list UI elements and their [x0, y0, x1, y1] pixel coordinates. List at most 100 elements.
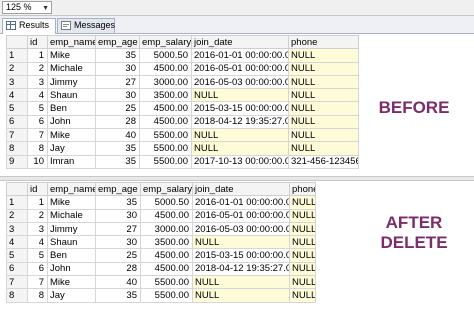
row-number-cell[interactable]: 8	[6, 288, 28, 303]
join-date-cell[interactable]: 2015-03-15 00:00:00.000	[192, 248, 290, 263]
emp-salary-cell[interactable]: 4500.00	[139, 61, 192, 76]
phone-cell[interactable]: NULL	[289, 248, 316, 263]
column-header[interactable]: emp_salary	[139, 34, 192, 50]
before-results-grid[interactable]: id emp_name emp_age emp_salary join_date…	[6, 34, 359, 169]
column-header[interactable]: phone	[289, 181, 316, 197]
join-date-cell[interactable]: 2016-01-01 00:00:00.000	[192, 195, 290, 210]
emp-name-cell[interactable]: Jay	[47, 288, 96, 303]
join-date-cell[interactable]: 2016-05-03 00:00:00.000	[191, 74, 289, 90]
join-date-cell[interactable]: NULL	[191, 141, 289, 156]
emp-name-cell[interactable]: Jay	[47, 141, 96, 156]
table-row[interactable]: 11Mike355000.502016-01-01 00:00:00.000NU…	[6, 48, 359, 63]
phone-cell[interactable]: NULL	[289, 195, 316, 210]
row-number-header[interactable]	[6, 34, 28, 50]
phone-cell[interactable]: NULL	[289, 275, 316, 290]
column-header[interactable]: id	[27, 181, 48, 197]
row-number-header[interactable]	[6, 181, 28, 197]
table-row[interactable]: 55Ben254500.002015-03-15 00:00:00.000NUL…	[6, 101, 359, 116]
emp-name-cell[interactable]: Mike	[47, 48, 96, 63]
row-number-cell[interactable]: 4	[6, 88, 28, 103]
id-cell[interactable]: 5	[27, 248, 48, 263]
id-cell[interactable]: 6	[27, 114, 48, 130]
results-splitter[interactable]	[0, 176, 474, 181]
row-number-cell[interactable]: 5	[6, 101, 28, 116]
phone-cell[interactable]: NULL	[288, 61, 359, 76]
column-header[interactable]: emp_name	[47, 181, 96, 197]
emp-age-cell[interactable]: 25	[95, 248, 141, 263]
id-cell[interactable]: 5	[27, 101, 48, 116]
emp-salary-cell[interactable]: 3500.00	[139, 88, 192, 103]
join-date-cell[interactable]: NULL	[192, 235, 290, 250]
phone-cell[interactable]: NULL	[288, 114, 359, 130]
table-row[interactable]: 11Mike355000.502016-01-01 00:00:00.000NU…	[6, 195, 316, 210]
emp-name-cell[interactable]: Mike	[47, 128, 96, 143]
id-cell[interactable]: 1	[27, 48, 48, 63]
tab-results[interactable]: Results	[2, 18, 56, 34]
phone-cell[interactable]: NULL	[288, 48, 359, 63]
emp-age-cell[interactable]: 35	[95, 288, 141, 303]
emp-age-cell[interactable]: 35	[95, 195, 141, 210]
emp-age-cell[interactable]: 28	[95, 114, 140, 130]
row-number-cell[interactable]: 9	[6, 154, 28, 169]
emp-name-cell[interactable]: Ben	[47, 101, 96, 116]
join-date-cell[interactable]: 2018-04-12 19:35:27.067	[191, 114, 289, 130]
id-cell[interactable]: 3	[27, 221, 48, 237]
emp-name-cell[interactable]: Shaun	[47, 88, 96, 103]
table-row[interactable]: 66John284500.002018-04-12 19:35:27.067NU…	[6, 114, 359, 130]
column-header[interactable]: join_date	[192, 181, 290, 197]
table-row[interactable]: 55Ben254500.002015-03-15 00:00:00.000NUL…	[6, 248, 316, 263]
table-row[interactable]: 4 4 Shaun 30 3500.00 NULL NULL	[6, 88, 359, 103]
row-number-cell[interactable]: 3	[6, 74, 28, 90]
row-number-cell[interactable]: 7	[6, 275, 28, 290]
join-date-cell[interactable]: NULL	[191, 88, 289, 103]
phone-cell[interactable]: NULL	[289, 235, 316, 250]
emp-name-cell[interactable]: Mike	[47, 195, 96, 210]
row-number-cell[interactable]: 6	[6, 114, 28, 130]
emp-age-cell[interactable]: 35	[95, 48, 140, 63]
emp-salary-cell[interactable]: 4500.00	[140, 208, 193, 223]
column-header[interactable]: join_date	[191, 34, 289, 50]
emp-salary-cell[interactable]: 5500.00	[139, 154, 192, 169]
id-cell[interactable]: 1	[27, 195, 48, 210]
zoom-dropdown[interactable]: 125 % ▼	[2, 1, 52, 14]
column-header[interactable]: id	[27, 34, 48, 50]
id-cell[interactable]: 7	[27, 275, 48, 290]
emp-age-cell[interactable]: 30	[95, 235, 141, 250]
emp-salary-cell[interactable]: 3000.00	[140, 221, 193, 237]
column-header[interactable]: emp_name	[47, 34, 96, 50]
emp-age-cell[interactable]: 35	[95, 154, 140, 169]
join-date-cell[interactable]: 2016-01-01 00:00:00.000	[191, 48, 289, 63]
emp-name-cell[interactable]: Mike	[47, 275, 96, 290]
emp-name-cell[interactable]: Jimmy	[47, 221, 96, 237]
phone-cell[interactable]: NULL	[289, 288, 316, 303]
table-row[interactable]: 22Michale304500.002016-05-01 00:00:00.00…	[6, 61, 359, 76]
after-results-grid[interactable]: id emp_name emp_age emp_salary join_date…	[6, 181, 316, 303]
join-date-cell[interactable]: NULL	[191, 128, 289, 143]
id-cell[interactable]: 8	[27, 288, 48, 303]
phone-cell[interactable]: NULL	[288, 141, 359, 156]
phone-cell[interactable]: NULL	[288, 101, 359, 116]
emp-age-cell[interactable]: 40	[95, 128, 140, 143]
emp-age-cell[interactable]: 27	[95, 74, 140, 90]
table-row[interactable]: 33Jimmy273000.002016-05-03 00:00:00.000N…	[6, 74, 359, 90]
emp-age-cell[interactable]: 28	[95, 261, 141, 277]
emp-age-cell[interactable]: 35	[95, 141, 140, 156]
column-header[interactable]: emp_salary	[140, 181, 193, 197]
phone-cell[interactable]: NULL	[289, 221, 316, 237]
emp-salary-cell[interactable]: 4500.00	[140, 261, 193, 277]
emp-salary-cell[interactable]: 5000.50	[139, 48, 192, 63]
emp-age-cell[interactable]: 40	[95, 275, 141, 290]
emp-name-cell[interactable]: Jimmy	[47, 74, 96, 90]
row-number-cell[interactable]: 7	[6, 128, 28, 143]
tab-messages[interactable]: Messages	[57, 18, 115, 33]
emp-salary-cell[interactable]: 5500.00	[140, 275, 193, 290]
column-header[interactable]: emp_age	[95, 181, 141, 197]
emp-salary-cell[interactable]: 4500.00	[139, 114, 192, 130]
table-row[interactable]: 22Michale304500.002016-05-01 00:00:00.00…	[6, 208, 316, 223]
emp-name-cell[interactable]: John	[47, 114, 96, 130]
id-cell[interactable]: 6	[27, 261, 48, 277]
id-cell[interactable]: 2	[27, 208, 48, 223]
join-date-cell[interactable]: 2016-05-01 00:00:00.000	[192, 208, 290, 223]
table-row[interactable]: 7 7 Mike 40 5500.00 NULL NULL	[6, 128, 359, 143]
table-row[interactable]: 66John284500.002018-04-12 19:35:27.067NU…	[6, 261, 316, 277]
